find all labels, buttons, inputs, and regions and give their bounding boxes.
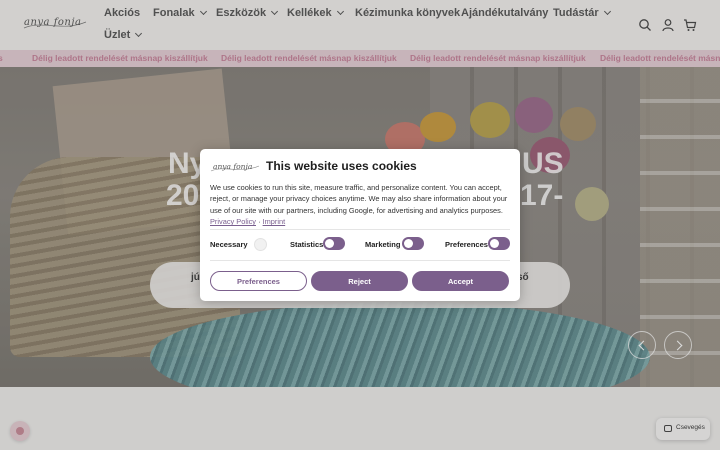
toggle-preferences[interactable]: [488, 237, 510, 250]
reject-button[interactable]: Reject: [311, 271, 408, 291]
accept-button[interactable]: Accept: [412, 271, 509, 291]
toggle-marketing[interactable]: [402, 237, 424, 250]
toggle-label-marketing: Marketing: [365, 240, 401, 249]
divider: [210, 229, 510, 230]
toggle-label-necessary: Necessary: [210, 240, 248, 249]
toggle-label-statistics: Statistics: [290, 240, 324, 249]
preferences-button[interactable]: Preferences: [210, 271, 307, 291]
modal-logo: anya fonja: [210, 159, 260, 175]
toggle-label-preferences: Preferences: [445, 240, 488, 249]
modal-title: This website uses cookies: [266, 159, 417, 173]
privacy-policy-link[interactable]: Privacy Policy: [210, 217, 256, 226]
modal-logo-text: anya fonja: [213, 162, 253, 171]
modal-description: We use cookies to run this site, measure…: [210, 182, 512, 228]
imprint-link[interactable]: Imprint: [263, 217, 286, 226]
divider: [210, 260, 510, 261]
cookie-consent-dialog: anya fonja This website uses cookies We …: [200, 149, 520, 301]
toggle-necessary: [253, 237, 275, 251]
toggle-statistics[interactable]: [323, 237, 345, 250]
link-separator: ·: [258, 217, 261, 227]
modal-description-text: We use cookies to run this site, measure…: [210, 183, 508, 215]
